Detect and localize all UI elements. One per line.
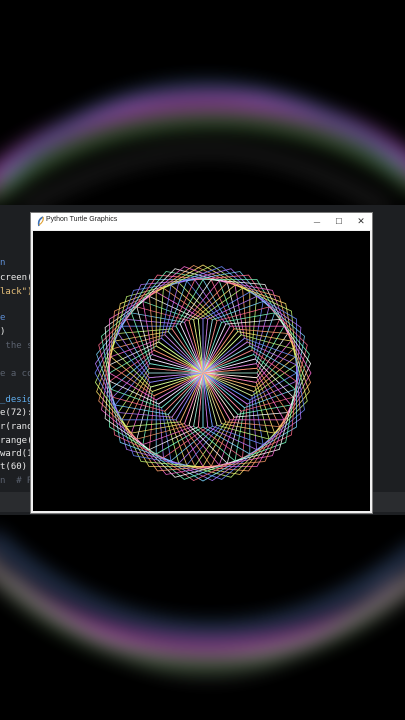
- maximize-icon: ☐: [335, 217, 343, 226]
- code-line: e a co: [0, 369, 33, 379]
- code-line: ward(1: [0, 449, 33, 459]
- blurred-spiral-top: [0, 84, 405, 213]
- window-title: Python Turtle Graphics: [46, 216, 118, 223]
- turtle-graphics-window[interactable]: Python Turtle Graphics — ☐ ✕: [30, 212, 373, 514]
- blurred-spiral-bottom: [0, 538, 405, 675]
- feather-icon: [37, 216, 44, 227]
- window-titlebar[interactable]: Python Turtle Graphics — ☐ ✕: [31, 213, 372, 230]
- code-line: e: [0, 313, 6, 323]
- spirograph-drawing: [94, 264, 312, 482]
- close-icon: ✕: [357, 216, 365, 227]
- maximize-button[interactable]: ☐: [328, 213, 350, 230]
- code-line: ): [0, 327, 6, 337]
- code-line: the s: [0, 341, 33, 351]
- code-line: t(60): [0, 462, 28, 472]
- turtle-canvas[interactable]: [33, 231, 370, 511]
- close-button[interactable]: ✕: [350, 213, 372, 230]
- minimize-icon: —: [313, 217, 321, 226]
- minimize-button[interactable]: —: [306, 213, 328, 230]
- code-line: lack"): [0, 287, 33, 297]
- code-line: n: [0, 258, 6, 268]
- code-line: e(72):: [0, 408, 33, 418]
